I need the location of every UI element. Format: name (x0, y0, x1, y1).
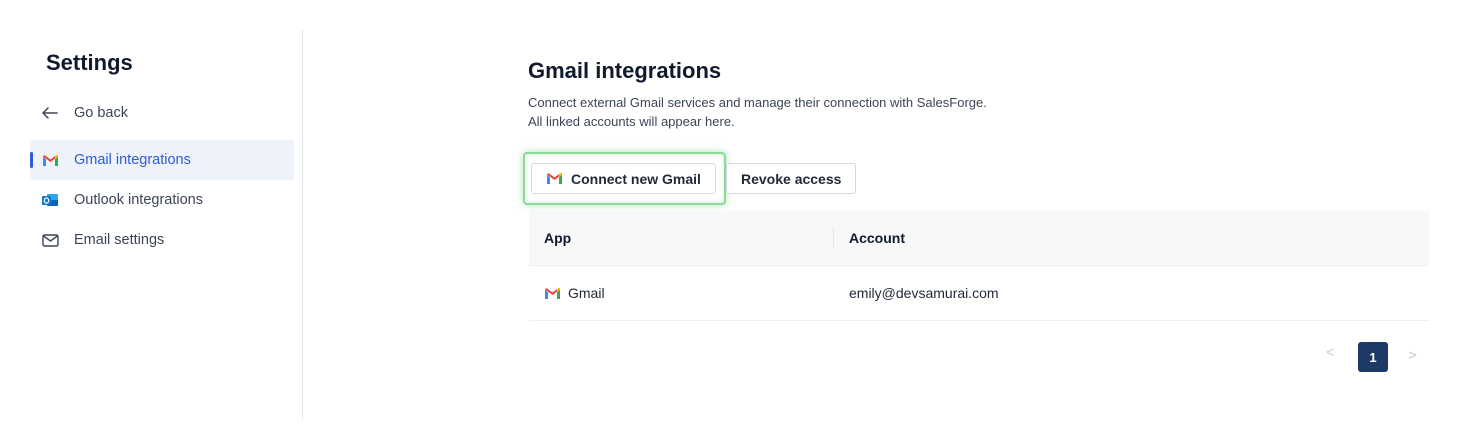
sidebar-item-email-settings[interactable]: Email settings (30, 220, 294, 260)
pagination-next-button[interactable]: > (1408, 347, 1417, 364)
connect-new-gmail-button[interactable]: Connect new Gmail (531, 163, 716, 194)
sidebar-item-label: Email settings (74, 232, 165, 248)
sidebar-title: Settings (46, 50, 133, 75)
table-header: App Account (529, 211, 1429, 266)
app-name: Gmail (568, 285, 605, 301)
table-row[interactable]: Gmail emily@devsamurai.com (529, 266, 1429, 321)
pagination-prev-button[interactable]: < (1326, 344, 1335, 361)
column-header-account: Account (849, 230, 905, 246)
page-description: Connect external Gmail services and mana… (528, 93, 987, 131)
description-line: All linked accounts will appear here. (528, 114, 735, 129)
gmail-icon (546, 172, 563, 185)
envelope-icon (41, 232, 59, 248)
sidebar-item-label: Gmail integrations (74, 152, 191, 168)
description-line: Connect external Gmail services and mana… (528, 95, 987, 110)
page-title: Gmail integrations (528, 58, 722, 83)
connect-button-label: Connect new Gmail (571, 170, 701, 187)
app-root: Settings Go back Gmail integrations Outl… (0, 0, 1466, 426)
column-divider (833, 227, 834, 249)
column-header-app: App (544, 230, 572, 246)
sidebar-item-outlook-integrations[interactable]: Outlook integrations (30, 180, 294, 220)
sidebar-divider (302, 30, 303, 420)
app-cell: Gmail (544, 285, 605, 301)
revoke-button-label: Revoke access (741, 170, 842, 187)
outlook-icon (41, 192, 59, 208)
revoke-access-button[interactable]: Revoke access (726, 163, 856, 194)
sidebar-item-label: Go back (74, 105, 128, 121)
sidebar: Settings Go back Gmail integrations Outl… (0, 0, 302, 420)
account-cell: emily@devsamurai.com (849, 285, 999, 301)
active-indicator (30, 152, 33, 168)
gmail-icon (41, 152, 59, 168)
sidebar-item-go-back[interactable]: Go back (30, 93, 294, 133)
gmail-icon (544, 287, 561, 300)
pagination-page-button[interactable]: 1 (1358, 342, 1388, 372)
sidebar-item-label: Outlook integrations (74, 192, 203, 208)
sidebar-item-gmail-integrations[interactable]: Gmail integrations (30, 140, 294, 180)
arrow-left-icon (41, 105, 59, 121)
